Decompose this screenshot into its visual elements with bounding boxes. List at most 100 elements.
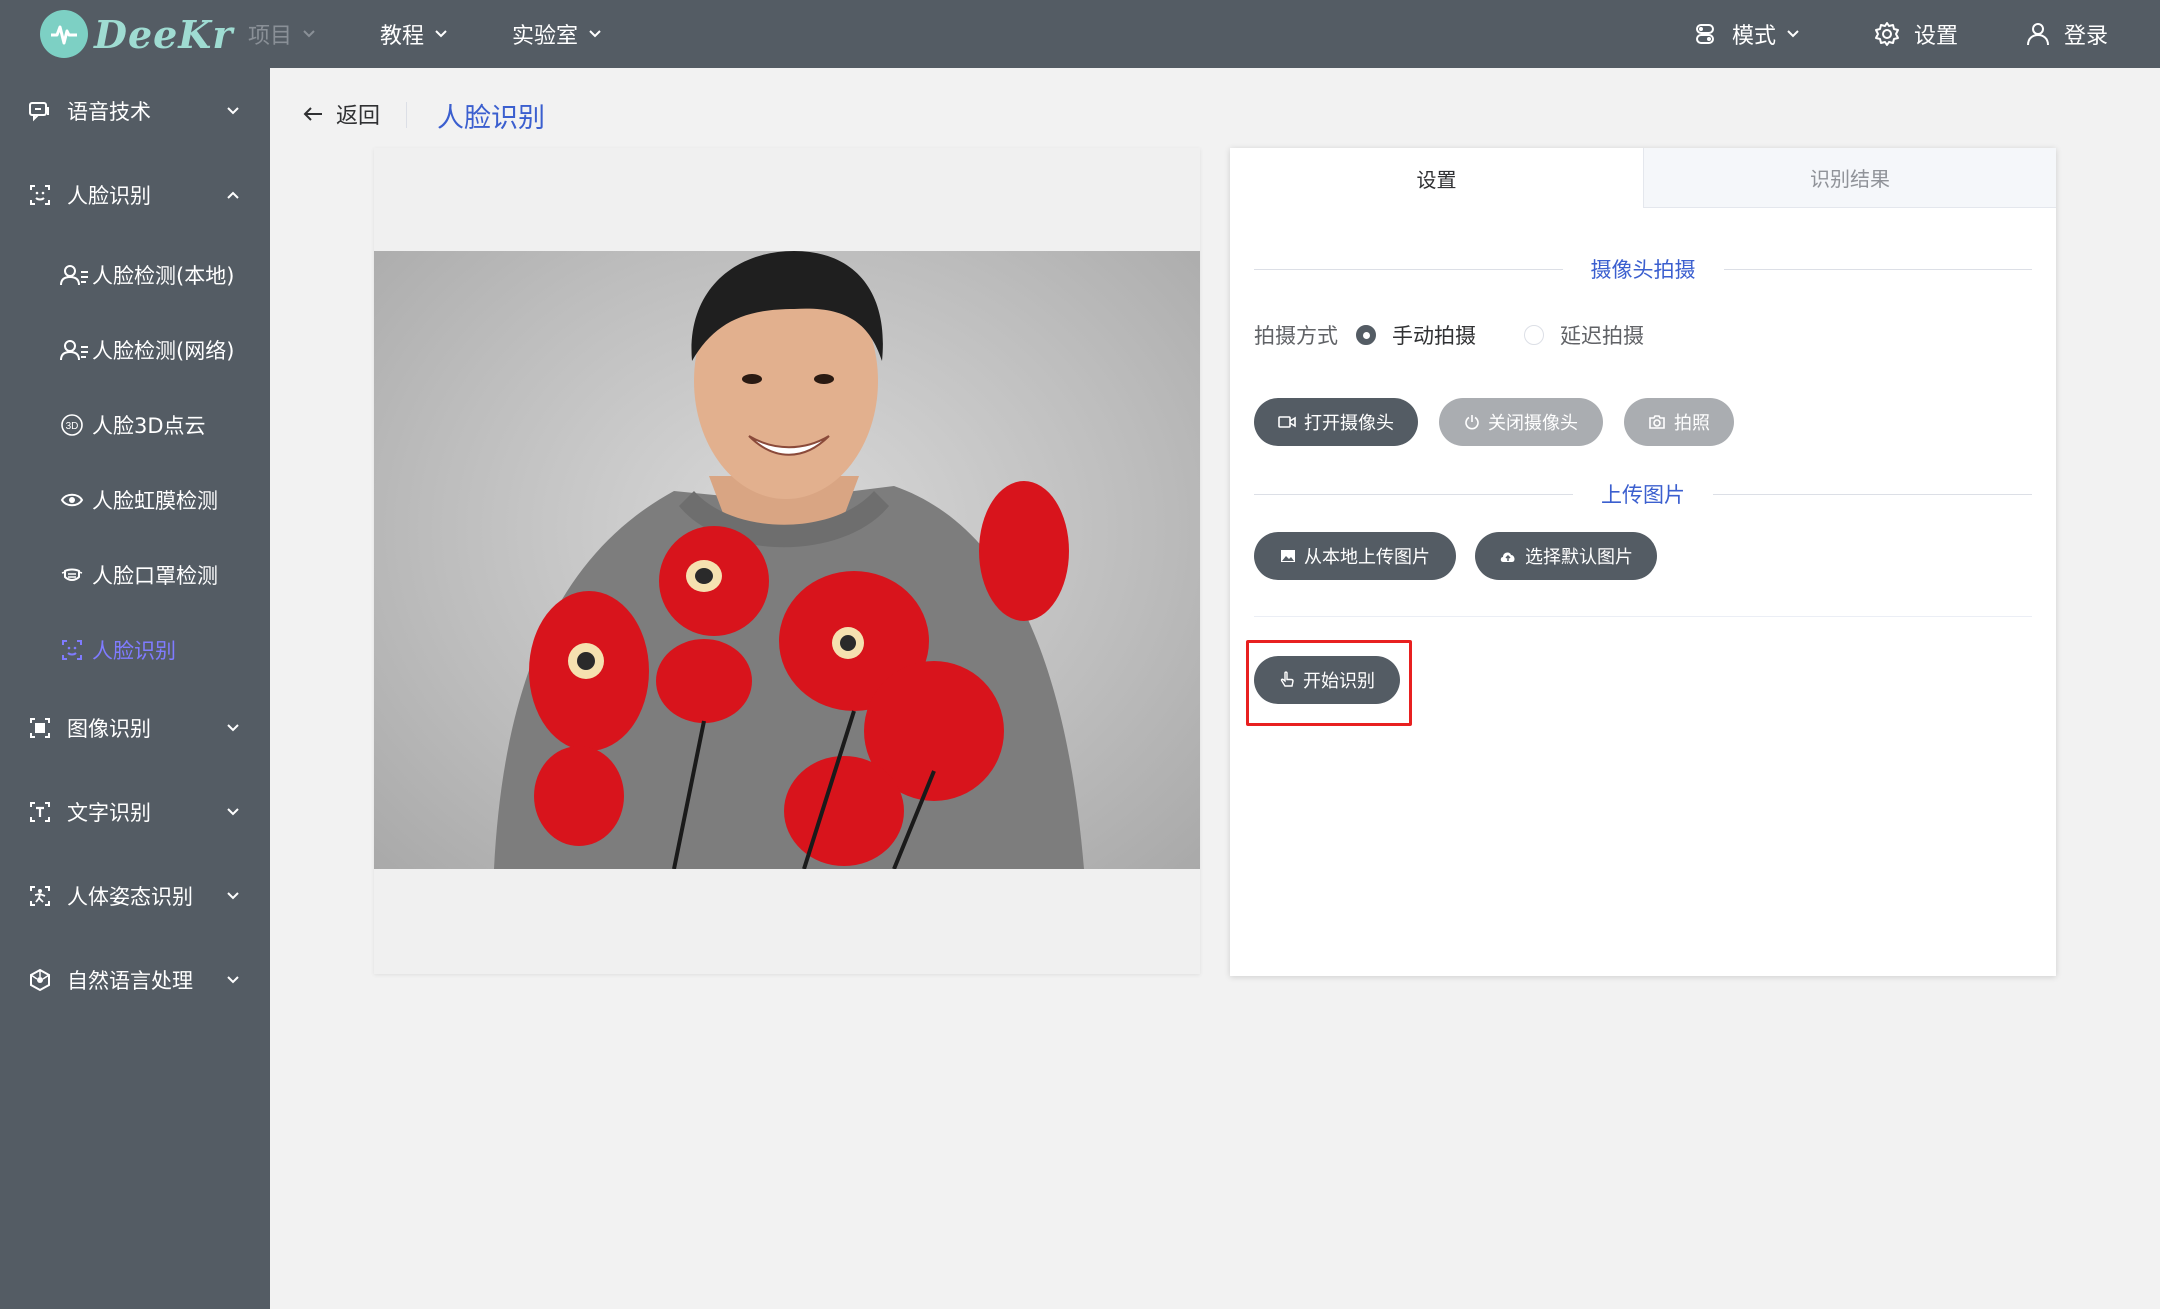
sidebar-item-label: 文字识别 xyxy=(67,801,151,825)
camera-section-title: 摄像头拍摄 xyxy=(1590,258,1696,282)
camera-icon xyxy=(1648,414,1666,430)
logo-text: DeeKr xyxy=(94,11,234,57)
speech-icon xyxy=(28,100,52,122)
chevron-down-icon xyxy=(226,807,240,817)
sidebar-item-label: 图像识别 xyxy=(67,717,151,741)
radio-delay-label[interactable]: 延迟拍摄 xyxy=(1560,320,1644,350)
svg-text:3D: 3D xyxy=(66,421,79,432)
camera-section-header: 摄像头拍摄 xyxy=(1254,254,2032,284)
face-detect-icon xyxy=(60,338,90,362)
power-icon xyxy=(1464,414,1480,430)
sidebar-item-label: 人脸虹膜检测 xyxy=(92,489,218,513)
sidebar-item-mask[interactable]: 人脸口罩检测 xyxy=(0,545,270,605)
nav-projects[interactable]: 项目 xyxy=(248,0,316,68)
sidebar-item-face-detect-local[interactable]: 人脸检测(本地) xyxy=(0,245,270,305)
tab-settings[interactable]: 设置 xyxy=(1230,148,1643,208)
arrow-left-icon xyxy=(302,105,324,123)
chevron-down-icon xyxy=(588,29,602,39)
sidebar-item-face-detect-network[interactable]: 人脸检测(网络) xyxy=(0,320,270,380)
sidebar-item-label: 自然语言处理 xyxy=(67,969,193,993)
divider-line xyxy=(1713,493,2032,495)
sidebar: 语音技术 人脸识别 人脸检测(本地) 人脸检测(网络) 3D 人脸3D点云 人脸… xyxy=(0,68,270,1309)
nav-projects-label: 项目 xyxy=(248,24,293,49)
sidebar-item-label: 人脸检测(本地) xyxy=(92,264,235,288)
sidebar-item-label: 人体姿态识别 xyxy=(67,885,193,909)
gear-icon xyxy=(1874,21,1900,47)
3d-icon: 3D xyxy=(60,413,84,437)
choose-default-label: 选择默认图片 xyxy=(1525,547,1633,568)
chevron-down-icon xyxy=(1786,29,1800,39)
nav-lab[interactable]: 实验室 xyxy=(512,0,602,68)
capture-mode-label: 拍摄方式 xyxy=(1254,324,1338,348)
chevron-down-icon xyxy=(226,891,240,901)
start-recognition-label: 开始识别 xyxy=(1303,671,1375,692)
sidebar-item-label: 人脸识别 xyxy=(92,639,176,663)
chevron-down-icon xyxy=(226,723,240,733)
cloud-upload-icon xyxy=(1499,549,1517,563)
sidebar-item-face-3d[interactable]: 3D 人脸3D点云 xyxy=(0,395,270,455)
take-photo-label: 拍照 xyxy=(1674,413,1710,434)
radio-manual[interactable] xyxy=(1356,325,1376,345)
settings-label: 设置 xyxy=(1914,24,1959,49)
upload-section-title: 上传图片 xyxy=(1601,483,1685,507)
back-button[interactable]: 返回 xyxy=(302,98,380,130)
mode-label: 模式 xyxy=(1732,24,1777,49)
image-scan-icon xyxy=(28,716,52,740)
take-photo-button[interactable]: 拍照 xyxy=(1624,398,1734,446)
text-scan-icon xyxy=(28,800,52,824)
chevron-down-icon xyxy=(226,106,240,116)
sidebar-item-face-recognition[interactable]: 人脸识别 xyxy=(0,620,270,680)
settings-panel: 设置 识别结果 摄像头拍摄 拍摄方式 手动拍摄 延迟拍摄 打开摄像头 关闭摄像头… xyxy=(1230,148,2056,976)
start-recognition-button[interactable]: 开始识别 xyxy=(1254,656,1400,704)
chevron-down-icon xyxy=(226,975,240,985)
upload-section-header: 上传图片 xyxy=(1254,479,2032,509)
nav-tutorial-label: 教程 xyxy=(380,24,425,49)
sidebar-item-speech[interactable]: 语音技术 xyxy=(0,81,270,141)
login-link[interactable]: 登录 xyxy=(2026,0,2108,68)
open-camera-button[interactable]: 打开摄像头 xyxy=(1254,398,1418,446)
page-title: 人脸识别 xyxy=(437,103,545,134)
radio-manual-label[interactable]: 手动拍摄 xyxy=(1392,320,1476,350)
top-navbar: DeeKr 项目 教程 实验室 模式 设置 登录 xyxy=(0,0,2160,68)
mask-icon xyxy=(60,563,84,587)
radio-delay[interactable] xyxy=(1524,325,1544,345)
mode-menu[interactable]: 模式 xyxy=(1692,0,1800,68)
chevron-down-icon xyxy=(434,29,448,39)
divider xyxy=(1254,616,2032,617)
nav-tutorial[interactable]: 教程 xyxy=(380,0,448,68)
back-label: 返回 xyxy=(336,104,381,129)
nav-lab-label: 实验室 xyxy=(512,24,579,49)
choose-default-button[interactable]: 选择默认图片 xyxy=(1475,532,1657,580)
sidebar-item-text-recognition[interactable]: 文字识别 xyxy=(0,782,270,842)
nlp-icon xyxy=(28,968,52,992)
tab-results[interactable]: 识别结果 xyxy=(1643,148,2056,208)
face-detect-icon xyxy=(60,263,90,287)
pose-icon xyxy=(28,884,52,908)
logo[interactable]: DeeKr xyxy=(40,6,233,62)
face-icon xyxy=(60,638,84,662)
logo-mark-icon xyxy=(40,10,88,58)
sidebar-item-iris[interactable]: 人脸虹膜检测 xyxy=(0,470,270,530)
user-icon xyxy=(2026,21,2050,47)
pointer-hand-icon xyxy=(1279,671,1295,689)
sidebar-item-image-recognition[interactable]: 图像识别 xyxy=(0,698,270,758)
face-icon xyxy=(28,183,52,207)
sidebar-item-pose[interactable]: 人体姿态识别 xyxy=(0,866,270,926)
close-camera-label: 关闭摄像头 xyxy=(1488,413,1578,434)
sidebar-item-face-recognition-group[interactable]: 人脸识别 xyxy=(0,165,270,225)
chevron-up-icon xyxy=(226,190,240,200)
upload-local-label: 从本地上传图片 xyxy=(1304,547,1430,568)
capture-mode-row: 拍摄方式 手动拍摄 延迟拍摄 xyxy=(1254,320,1644,350)
upload-local-button[interactable]: 从本地上传图片 xyxy=(1254,532,1456,580)
divider-line xyxy=(1254,268,1563,270)
divider-line xyxy=(1723,268,2032,270)
close-camera-button[interactable]: 关闭摄像头 xyxy=(1439,398,1603,446)
settings-link[interactable]: 设置 xyxy=(1874,0,1958,68)
image-preview-panel xyxy=(374,148,1200,974)
login-label: 登录 xyxy=(2064,24,2109,49)
eye-icon xyxy=(60,488,84,512)
mode-icon xyxy=(1692,21,1718,47)
sidebar-item-label: 人脸3D点云 xyxy=(92,414,206,438)
image-icon xyxy=(1280,549,1296,563)
sidebar-item-nlp[interactable]: 自然语言处理 xyxy=(0,950,270,1010)
